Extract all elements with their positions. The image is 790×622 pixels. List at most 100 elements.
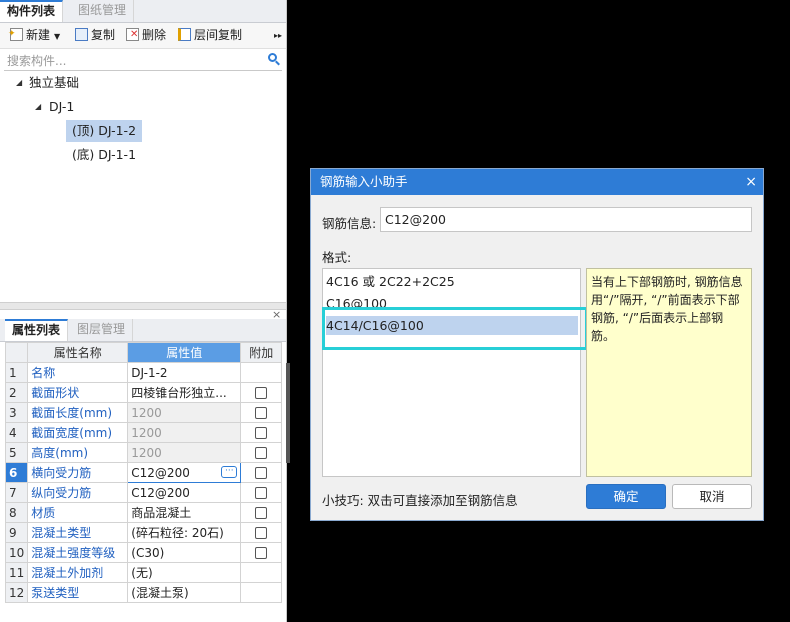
tree-node-bottom[interactable]: (底) DJ-1-1 [72,144,136,166]
row-number: 11 [4,562,29,583]
row-number: 2 [4,382,29,403]
extra-cell [240,362,283,383]
property-value[interactable]: 商品混凝土 [127,502,242,523]
extra-checkbox[interactable] [255,427,268,439]
format-item[interactable]: 4C16 或 2C22+2C25 [326,272,455,291]
header-extra: 附加 [240,342,283,363]
floor-copy-button[interactable]: 层间复制 [178,26,242,45]
extra-checkbox[interactable] [255,527,268,539]
property-name: 混凝土外加剂 [27,562,129,583]
rebar-info-field[interactable]: C12@200 [380,207,752,232]
extra-checkbox[interactable] [255,407,268,419]
copy-button[interactable]: 复制 [75,26,115,45]
property-name: 混凝土强度等级 [27,542,129,563]
component-search[interactable]: 搜索构件... [4,50,282,71]
extra-checkbox[interactable] [255,447,268,459]
extra-checkbox[interactable] [255,467,268,479]
table-row[interactable]: 8 材质 商品混凝土 [4,502,283,523]
new-button[interactable]: ✦ 新建 ▼ [8,26,61,45]
panel-resize-handle[interactable] [286,363,290,463]
property-name: 纵向受力筋 [27,482,129,503]
property-value-text[interactable]: C12@200 [131,466,190,480]
property-name: 截面长度(mm) [27,402,129,423]
tab-component-list[interactable]: 构件列表 [0,0,64,22]
table-header-row: 属性名称 属性值 附加 [4,342,283,363]
ok-button[interactable]: 确定 [586,484,666,509]
table-row[interactable]: 9 混凝土类型 (碎石粒径: 20石) [4,522,283,543]
property-value-editing[interactable]: C12@200 ··· [127,462,242,483]
tip-text: 小技巧: 双击可直接添加至钢筋信息 [322,493,518,508]
property-value[interactable]: (无) [127,562,242,583]
property-value[interactable]: DJ-1-2 [127,362,242,383]
expand-triangle-icon[interactable]: ◢ [35,102,41,111]
tree-node-dj1[interactable]: DJ-1 [49,96,74,118]
property-name: 泵送类型 [27,582,129,603]
row-number: 12 [4,582,29,603]
format-list[interactable]: 4C16 或 2C22+2C25 C16@100 4C14/C16@100 [322,268,581,477]
property-name: 截面宽度(mm) [27,422,129,443]
property-value[interactable]: (混凝土泵) [127,582,242,603]
table-row[interactable]: 3 截面长度(mm) 1200 [4,402,283,423]
rebar-info-label: 钢筋信息: [322,216,377,231]
table-row-current[interactable]: 6 横向受力筋 C12@200 ··· [4,462,283,483]
extra-checkbox[interactable] [255,547,268,559]
table-row[interactable]: 10 混凝土强度等级 (C30) [4,542,283,563]
property-tabbar: 属性列表 图层管理 [0,319,286,342]
tab-layer-management[interactable]: 图层管理 [70,319,134,341]
property-value[interactable]: C12@200 [127,482,242,503]
table-row[interactable]: 2 截面形状 四棱锥台形独立... [4,382,283,403]
search-icon-handle [275,60,280,66]
extra-checkbox[interactable] [255,387,268,399]
component-tabbar: 构件列表 图纸管理 [0,0,286,23]
chevron-down-icon: ▼ [54,32,61,41]
property-value[interactable]: 四棱锥台形独立... [127,382,242,403]
new-file-icon: ✦ [8,28,23,41]
extra-cell [240,482,283,503]
property-value: 1200 [127,422,242,443]
table-row[interactable]: 1 名称 DJ-1-2 [4,362,283,383]
header-value: 属性值 [127,342,242,363]
expand-triangle-icon[interactable]: ◢ [16,78,22,87]
extra-cell [240,442,283,463]
extra-cell [240,402,283,423]
property-table: 属性名称 属性值 附加 1 名称 DJ-1-2 2 截面形状 四棱锥台形独立..… [4,342,283,603]
header-num [4,342,29,363]
table-row[interactable]: 11 混凝土外加剂 (无) [4,562,283,583]
row-number: 9 [4,522,29,543]
close-icon[interactable]: × [745,169,757,195]
table-row[interactable]: 5 高度(mm) 1200 [4,442,283,463]
table-row[interactable]: 12 泵送类型 (混凝土泵) [4,582,283,603]
row-number: 4 [4,422,29,443]
row-number: 3 [4,402,29,423]
dialog-title: 钢筋输入小助手 [320,174,408,189]
extra-cell [240,562,283,583]
copy-icon [75,28,88,41]
extra-checkbox[interactable] [255,507,268,519]
extra-checkbox[interactable] [255,487,268,499]
toolbar-more-button[interactable]: ▸▸ [274,26,282,45]
property-value[interactable]: (碎石粒径: 20石) [127,522,242,543]
panel-splitter[interactable] [0,302,286,310]
cancel-button[interactable]: 取消 [672,484,752,509]
tab-property-list[interactable]: 属性列表 [5,319,69,341]
property-value: 1200 [127,442,242,463]
left-panel: 构件列表 图纸管理 ✦ 新建 ▼ 复制 ✕ 删除 层间复制 ▸▸ 搜索构件... ◢ … [0,0,287,622]
tree-node-root[interactable]: 独立基础 [29,72,79,94]
row-number: 10 [4,542,29,563]
rebar-info-value[interactable]: C12@200 [385,212,446,227]
table-row[interactable]: 7 纵向受力筋 C12@200 [4,482,283,503]
highlight-box [322,307,588,350]
delete-button[interactable]: ✕ 删除 [126,26,166,45]
extra-cell [240,502,283,523]
tab-drawing-management[interactable]: 图纸管理 [71,0,135,22]
property-name: 高度(mm) [27,442,129,463]
tree-node-top-selected[interactable]: (顶) DJ-1-2 [66,120,143,142]
extra-cell [240,382,283,403]
extra-cell [240,542,283,563]
dialog-titlebar[interactable]: 钢筋输入小助手 × [311,169,763,195]
search-input[interactable]: 搜索构件... [7,52,66,69]
table-row[interactable]: 4 截面宽度(mm) 1200 [4,422,283,443]
ellipsis-button[interactable]: ··· [221,466,238,478]
property-value[interactable]: (C30) [127,542,242,563]
row-number: 6 [4,462,29,483]
